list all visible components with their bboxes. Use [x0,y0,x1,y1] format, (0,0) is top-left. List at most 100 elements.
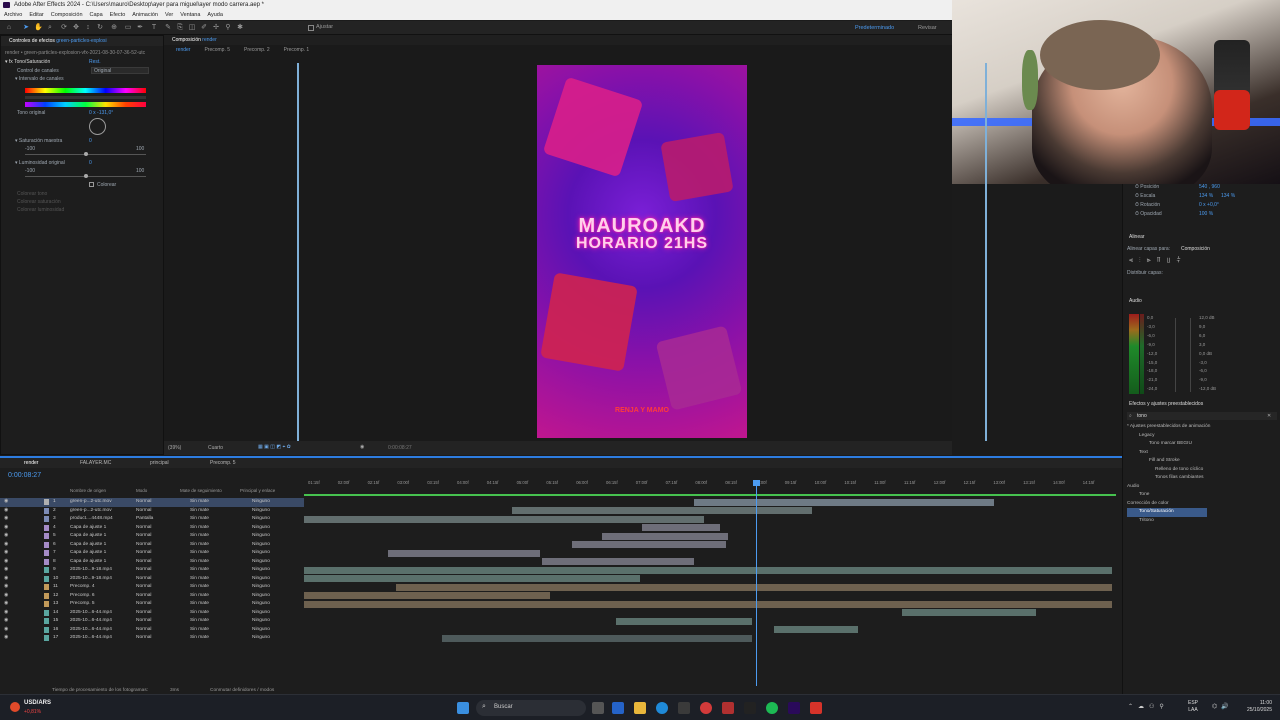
label-color-swatch[interactable] [44,635,49,641]
layer-clip-bar[interactable] [304,575,640,583]
eye-icon[interactable]: ◉ [4,583,8,592]
layer-mode[interactable]: Normal [136,507,151,516]
tree-item[interactable]: Fill and Stroke [1127,457,1210,466]
comp-timecode[interactable]: 0:00:08:27 [388,445,412,451]
layer-parent[interactable]: Ninguno [252,592,270,601]
layer-track-matte[interactable]: Sin mate [190,617,209,626]
layer-track-matte[interactable]: Sin mate [190,583,209,592]
channel-control-dropdown[interactable]: Original [91,67,149,74]
layer-clip-bar[interactable] [694,498,994,506]
layer-name[interactable]: green-p...2-utc.mov [70,507,112,516]
tree-item[interactable]: Tonos filas cambiantes [1127,474,1210,483]
layer-track-matte[interactable]: Sin mate [190,498,209,507]
layer-mode[interactable]: Normal [136,609,151,618]
layer-track-matte[interactable]: Sin mate [190,541,209,550]
layer-track-matte[interactable]: Sin mate [190,515,209,524]
master-saturation-value[interactable]: 0 [89,138,92,144]
layer-row[interactable]: ◉ 3 product....4448.mp4 Pantalla Sin mate Nin… [0,515,304,524]
playhead-handle[interactable] [753,480,760,486]
eye-icon[interactable]: ◉ [4,558,8,567]
clone-tool-icon[interactable]: ⎘ [176,24,184,32]
eye-icon[interactable]: ◉ [4,498,8,507]
edge-icon[interactable] [656,702,668,714]
menu-composicion[interactable]: Composición [51,10,83,20]
layer-clip-bar[interactable] [396,583,1112,591]
layer-row[interactable]: ◉ 6 Capa de ajuste 1 Normal Sin mate Ninguno [0,541,304,550]
transform-scale-value[interactable]: 134 % [1199,193,1213,199]
layer-track-matte[interactable]: Sin mate [190,626,209,635]
layer-name[interactable]: Capa de ajuste 1 [70,549,106,558]
roto-tool-icon[interactable]: ✐ [200,24,208,32]
tray-icons[interactable]: ⌃☁⚇⚲ [1128,703,1169,710]
eye-icon[interactable]: ◉ [4,609,8,618]
layer-name[interactable]: 2025-10...6-44.mp4 [70,617,112,626]
layer-row[interactable]: ◉ 16 2025-10...6-44.mp4 Normal Sin mate Ningu… [0,626,304,635]
label-color-swatch[interactable] [44,499,49,505]
layer-mode[interactable]: Normal [136,592,151,601]
layer-row[interactable]: ◉ 9 2025-10...9-18.mp4 Normal Sin mate Ningun… [0,566,304,575]
layer-clip-bar[interactable] [388,549,540,557]
guide-right[interactable] [985,63,987,441]
label-color-swatch[interactable] [44,524,49,531]
transform-scale-value-2[interactable]: 134 % [1221,193,1235,199]
effects-search-input[interactable]: tono [1127,412,1277,420]
menu-editar[interactable]: Editar [29,10,43,20]
layer-clip-bar[interactable] [774,626,858,634]
layer-clip-bar[interactable] [304,592,550,600]
eye-icon[interactable]: ◉ [4,524,8,533]
current-time-indicator[interactable] [756,482,757,688]
menu-efecto[interactable]: Efecto [110,10,126,20]
subtab-precomp-2[interactable]: Precomp. 2 [244,47,270,56]
layer-mode[interactable]: Normal [136,524,151,533]
layer-mode[interactable]: Normal [136,532,151,541]
colorize-checkbox[interactable] [89,182,94,187]
eye-icon[interactable]: ◉ [4,592,8,601]
menu-ventana[interactable]: Ventana [180,10,200,20]
layer-parent[interactable]: Ninguno [252,558,270,567]
layer-mode[interactable]: Normal [136,617,151,626]
timeline-tab-principal[interactable]: principal [150,458,169,468]
layer-row[interactable]: ◉ 4 Capa de ajuste 1 Normal Sin mate Ninguno [0,524,304,533]
effect-name[interactable]: ▾ fx Tono/Saturación [5,59,50,65]
label-color-swatch[interactable] [44,541,49,548]
layer-parent[interactable]: Ninguno [252,515,270,524]
label-color-swatch[interactable] [44,575,49,582]
layer-row[interactable]: ◉ 8 Capa de ajuste 1 Normal Sin mate Ninguno [0,558,304,567]
workspace-review[interactable]: Revisar [918,25,937,31]
menu-capa[interactable]: Capa [90,10,103,20]
tree-item[interactable]: Audio [1127,483,1210,492]
layer-parent[interactable]: Ninguno [252,566,270,575]
label-color-swatch[interactable] [44,584,49,590]
layer-track-matte[interactable]: Sin mate [190,566,209,575]
label-color-swatch[interactable] [44,601,49,607]
layer-mode[interactable]: Normal [136,549,151,558]
label-color-swatch[interactable] [44,533,49,539]
align-buttons[interactable]: ⫷⫶⫸⫪⫫⫩ [1129,257,1187,265]
orbit-tool-icon[interactable]: ⟳ [60,24,68,32]
pin-tool-icon[interactable]: ⚲ [224,24,232,32]
store-icon[interactable] [612,702,624,714]
layer-clip-bar[interactable] [304,515,704,523]
track-xy-icon[interactable]: ✥ [72,24,80,32]
layer-track-matte[interactable]: Sin mate [190,592,209,601]
layer-track-matte[interactable]: Sin mate [190,549,209,558]
layer-clip-bar[interactable] [642,524,720,532]
anchor-tool-icon[interactable]: ⊕ [110,24,118,32]
layer-clip-bar[interactable] [304,566,1112,574]
layer-parent[interactable]: Ninguno [252,532,270,541]
layer-parent[interactable]: Ninguno [252,575,270,584]
layer-parent[interactable]: Ninguno [252,617,270,626]
reset-link[interactable]: Rest. [89,59,101,65]
grid-icon[interactable]: ▦ ▣ ◫ ◩ ⌖ ✿ [258,444,291,450]
layer-row[interactable]: ◉ 7 Capa de ajuste 1 Normal Sin mate Ninguno [0,549,304,558]
layer-row[interactable]: ◉ 12 Precomp. 6 Normal Sin mate Ninguno [0,592,304,601]
layer-track-matte[interactable]: Sin mate [190,609,209,618]
layer-mode[interactable]: Normal [136,634,151,643]
lightness-slider-handle[interactable] [84,174,88,178]
app-icon[interactable] [744,702,756,714]
tree-item[interactable]: Tono marcar BEGIU [1127,440,1210,449]
layer-name[interactable]: 2025-10...6-44.mp4 [70,609,112,618]
selection-tool-icon[interactable]: ➤ [22,24,30,32]
layer-mode[interactable]: Normal [136,575,151,584]
layer-mode[interactable]: Normal [136,498,151,507]
